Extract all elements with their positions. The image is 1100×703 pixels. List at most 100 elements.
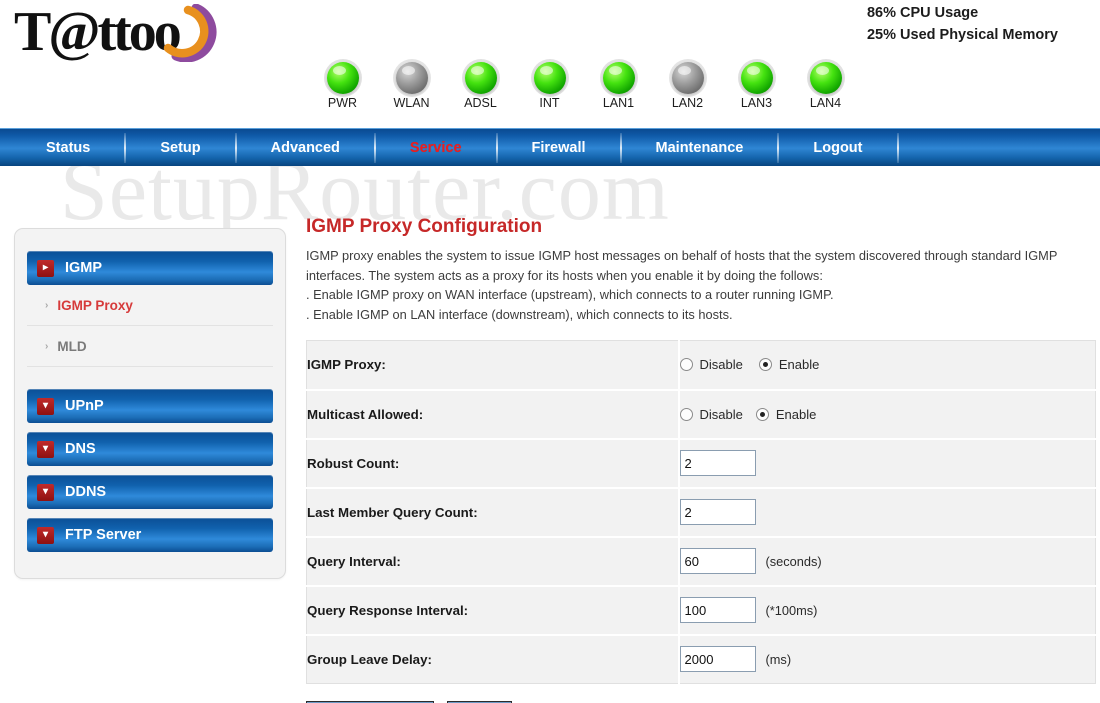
sidebar-item-mld[interactable]: › MLD bbox=[27, 326, 273, 367]
led-label: LAN3 bbox=[740, 96, 773, 110]
led-label: ADSL bbox=[464, 96, 497, 110]
led-indicator-lan4: LAN4 bbox=[791, 62, 860, 110]
radio-option-disable[interactable]: Disable bbox=[679, 357, 743, 373]
settings-row-label: IGMP Proxy: bbox=[306, 340, 680, 391]
radio-button-icon[interactable] bbox=[679, 407, 693, 421]
brand-logo: T@ttoo bbox=[14, 1, 234, 66]
led-lamp-pwr-icon bbox=[326, 62, 359, 94]
led-label: LAN2 bbox=[671, 96, 704, 110]
nav-item-firewall[interactable]: Firewall bbox=[498, 129, 620, 167]
radio-button-icon[interactable] bbox=[679, 358, 693, 372]
settings-row: Query Interval: (seconds) bbox=[306, 536, 1096, 587]
input-robust-count[interactable] bbox=[679, 450, 756, 476]
main-panel: IGMP Proxy Configuration IGMP proxy enab… bbox=[306, 216, 1096, 703]
settings-row-label: Group Leave Delay: bbox=[306, 634, 680, 684]
led-indicator-lan1: LAN1 bbox=[584, 62, 653, 110]
led-indicator-int: INT bbox=[515, 62, 584, 110]
sidebar-group-igmp[interactable]: ▸ IGMP bbox=[27, 251, 273, 285]
led-lamp-wlan-icon bbox=[395, 62, 428, 94]
nav-item-advanced[interactable]: Advanced bbox=[237, 129, 374, 167]
description-line: . Enable IGMP proxy on WAN interface (up… bbox=[306, 287, 834, 302]
led-indicator-wlan: WLAN bbox=[377, 62, 446, 110]
settings-row-value bbox=[678, 487, 1096, 538]
settings-row-value: (seconds) bbox=[678, 536, 1096, 587]
radio-option-label: Enable bbox=[775, 406, 817, 422]
led-indicator-pwr: PWR bbox=[308, 62, 377, 110]
led-label: LAN1 bbox=[602, 96, 635, 110]
chevron-down-icon: ▾ bbox=[37, 483, 54, 501]
brand-logo-text: T@ttoo bbox=[14, 1, 182, 63]
chevron-right-icon: › bbox=[45, 340, 49, 352]
sidebar-group-label: IGMP bbox=[65, 260, 103, 276]
cpu-usage-text: 86% CPU Usage bbox=[866, 5, 979, 21]
page-content: ▸ IGMP › IGMP Proxy › MLD ▾ UPnP ▾ DNS ▾ DDNS ▾ FTP S… bbox=[0, 166, 1100, 703]
sidebar-group-label: UPnP bbox=[65, 398, 104, 414]
settings-row-label: Robust Count: bbox=[306, 438, 680, 489]
input-unit-label: (seconds) bbox=[765, 553, 822, 569]
page-header: T@ttoo 86% CPU Usage 25% Used Physical M… bbox=[0, 0, 1100, 128]
input-unit-label: (*100ms) bbox=[765, 602, 818, 618]
radio-button-icon[interactable] bbox=[758, 358, 772, 372]
radio-button-icon[interactable] bbox=[755, 407, 769, 421]
settings-row: Group Leave Delay: (ms) bbox=[306, 634, 1096, 684]
sidebar-group-ftp-server[interactable]: ▾ FTP Server bbox=[27, 518, 273, 552]
led-lamp-lan3-icon bbox=[740, 62, 773, 94]
chevron-down-icon: ▾ bbox=[37, 440, 54, 458]
settings-row-value bbox=[678, 438, 1096, 489]
sidebar-group-ddns[interactable]: ▾ DDNS bbox=[27, 475, 273, 509]
led-lamp-int-icon bbox=[533, 62, 566, 94]
led-indicator-lan3: LAN3 bbox=[722, 62, 791, 110]
settings-row: IGMP Proxy: Disable Enable bbox=[306, 340, 1096, 391]
settings-row-label: Last Member Query Count: bbox=[306, 487, 680, 538]
input-group-leave-delay[interactable] bbox=[679, 646, 756, 673]
sidebar-menu: ▸ IGMP › IGMP Proxy › MLD ▾ UPnP ▾ DNS ▾ DDNS ▾ FTP S… bbox=[14, 228, 286, 579]
input-query-response-interval[interactable] bbox=[679, 597, 756, 623]
led-indicator-adsl: ADSL bbox=[446, 62, 515, 110]
settings-row: Robust Count: bbox=[306, 438, 1096, 489]
led-status-strip: PWR WLAN ADSL INT LAN1 LAN2 LAN3 LAN4 bbox=[308, 62, 860, 110]
led-label: PWR bbox=[327, 96, 358, 110]
sidebar-item-label: IGMP Proxy bbox=[57, 297, 133, 313]
led-label: LAN4 bbox=[809, 96, 842, 110]
nav-item-maintenance[interactable]: Maintenance bbox=[622, 129, 778, 167]
sidebar-group-label: DNS bbox=[65, 441, 96, 457]
nav-item-setup[interactable]: Setup bbox=[126, 129, 234, 167]
settings-row-label: Query Response Interval: bbox=[306, 585, 680, 636]
settings-row: Query Response Interval: (*100ms) bbox=[306, 585, 1096, 636]
nav-item-status[interactable]: Status bbox=[0, 129, 124, 167]
input-last-member-query-count[interactable] bbox=[679, 499, 756, 525]
led-indicator-lan2: LAN2 bbox=[653, 62, 722, 110]
nav-separator bbox=[896, 132, 899, 163]
sidebar-item-igmp-proxy[interactable]: › IGMP Proxy bbox=[27, 285, 273, 326]
sidebar-group-upnp[interactable]: ▾ UPnP bbox=[27, 389, 273, 423]
radio-option-label: Disable bbox=[699, 406, 743, 422]
input-query-interval[interactable] bbox=[679, 548, 756, 574]
system-stats: 86% CPU Usage 25% Used Physical Memory bbox=[867, 2, 1058, 46]
radio-option-label: Enable bbox=[778, 357, 820, 373]
settings-row: Multicast Allowed: Disable Enable bbox=[306, 389, 1096, 440]
sidebar-sublist: › IGMP Proxy › MLD bbox=[27, 285, 273, 367]
settings-row-label: Multicast Allowed: bbox=[306, 389, 680, 440]
chevron-right-icon: › bbox=[45, 299, 49, 311]
igmp-settings-table: IGMP Proxy: Disable Enable Multicast Allowe… bbox=[306, 340, 1096, 684]
sidebar-item-label: MLD bbox=[57, 338, 87, 354]
nav-item-service[interactable]: Service bbox=[376, 129, 496, 167]
radio-option-enable[interactable]: Enable bbox=[755, 406, 817, 422]
settings-row-value: Disable Enable bbox=[678, 340, 1096, 391]
sidebar-group-dns[interactable]: ▾ DNS bbox=[27, 432, 273, 466]
nav-item-logout[interactable]: Logout bbox=[779, 129, 896, 167]
radio-option-disable[interactable]: Disable bbox=[679, 406, 743, 422]
page-title: IGMP Proxy Configuration bbox=[306, 216, 543, 237]
settings-row-value: (*100ms) bbox=[678, 585, 1096, 636]
radio-group: Disable Enable bbox=[679, 357, 1096, 373]
main-navigation: Status Setup Advanced Service Firewall Mainte… bbox=[0, 128, 1100, 166]
input-unit-label: (ms) bbox=[765, 651, 792, 667]
radio-option-enable[interactable]: Enable bbox=[758, 357, 820, 373]
led-label: WLAN bbox=[393, 96, 430, 110]
description-line: IGMP proxy enables the system to issue I… bbox=[306, 248, 1058, 283]
radio-option-label: Disable bbox=[699, 357, 743, 373]
memory-usage-text: 25% Used Physical Memory bbox=[866, 27, 1058, 43]
chevron-down-icon: ▾ bbox=[37, 397, 54, 415]
settings-row-value: Disable Enable bbox=[678, 389, 1096, 440]
description-line: . Enable IGMP on LAN interface (downstre… bbox=[306, 306, 733, 322]
